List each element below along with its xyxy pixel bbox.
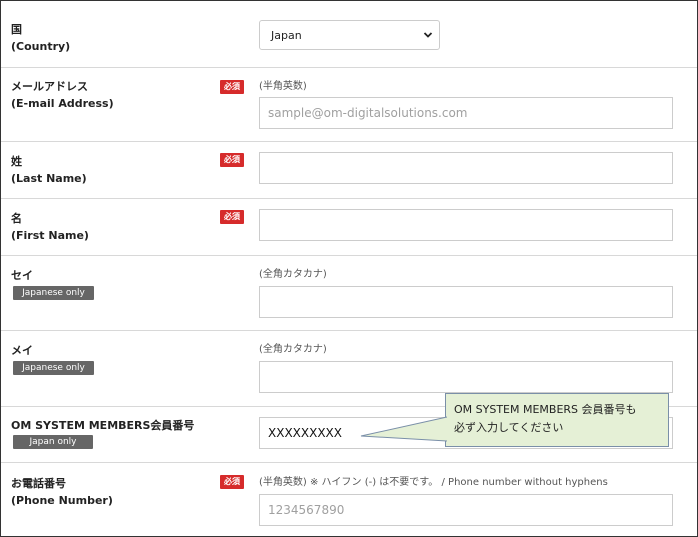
last-name-label: 姓 (Last Name)	[11, 153, 87, 187]
last-name-row: 姓 (Last Name) 必須	[1, 141, 697, 199]
email-label: メールアドレス (E-mail Address)	[11, 78, 114, 112]
sei-field[interactable]	[259, 286, 673, 318]
mei-hint: (全角カタカナ)	[259, 344, 327, 355]
country-row: 国 (Country) Japan	[1, 1, 697, 68]
phone-label: お電話番号 (Phone Number)	[11, 475, 113, 509]
email-field[interactable]	[259, 97, 673, 129]
last-name-field[interactable]	[259, 152, 673, 184]
last-name-label-en: (Last Name)	[11, 172, 87, 185]
country-select-value: Japan	[271, 29, 302, 42]
email-row: メールアドレス (E-mail Address) 必須 (半角英数)	[1, 67, 697, 142]
last-name-label-ja: 姓	[11, 155, 22, 168]
registration-form: 国 (Country) Japan メールアドレス (E-mail Addres…	[0, 0, 698, 537]
member-label: OM SYSTEM MEMBERS会員番号	[11, 419, 195, 432]
first-name-label: 名 (First Name)	[11, 210, 89, 244]
country-label-en: (Country)	[11, 40, 71, 53]
country-label: 国 (Country)	[11, 21, 70, 55]
japanese-only-badge: Japanese only	[13, 286, 94, 300]
japan-only-badge: Japan only	[13, 435, 93, 449]
first-name-field[interactable]	[259, 209, 673, 241]
first-name-row: 名 (First Name) 必須	[1, 198, 697, 256]
phone-hint: (半角英数) ※ ハイフン (-) は不要です。 / Phone number …	[259, 477, 608, 488]
mei-field[interactable]	[259, 361, 673, 393]
required-badge: 必須	[220, 210, 244, 224]
sei-label: セイ	[11, 269, 33, 282]
required-badge: 必須	[220, 80, 244, 94]
required-badge: 必須	[220, 475, 244, 489]
callout-pointer	[360, 416, 448, 442]
first-name-label-ja: 名	[11, 212, 22, 225]
required-badge: 必須	[220, 153, 244, 167]
phone-row: お電話番号 (Phone Number) 必須 (半角英数) ※ ハイフン (-…	[1, 462, 697, 536]
country-label-ja: 国	[11, 23, 22, 36]
sei-row: セイ Japanese only (全角カタカナ)	[1, 255, 697, 331]
phone-label-ja: お電話番号	[11, 477, 66, 490]
mei-label: メイ	[11, 344, 33, 357]
japanese-only-badge: Japanese only	[13, 361, 94, 375]
email-hint: (半角英数)	[259, 81, 307, 92]
email-label-ja: メールアドレス	[11, 80, 88, 93]
chevron-down-icon	[423, 32, 433, 38]
email-label-en: (E-mail Address)	[11, 97, 114, 110]
first-name-label-en: (First Name)	[11, 229, 89, 242]
country-select[interactable]: Japan	[259, 20, 440, 50]
phone-field[interactable]	[259, 494, 673, 526]
callout-text: OM SYSTEM MEMBERS 会員番号も 必ず入力してください	[454, 401, 637, 437]
callout-line-2: 必ず入力してください	[454, 421, 564, 434]
callout-line-1: OM SYSTEM MEMBERS 会員番号も	[454, 403, 637, 416]
sei-hint: (全角カタカナ)	[259, 269, 327, 280]
phone-label-en: (Phone Number)	[11, 494, 113, 507]
